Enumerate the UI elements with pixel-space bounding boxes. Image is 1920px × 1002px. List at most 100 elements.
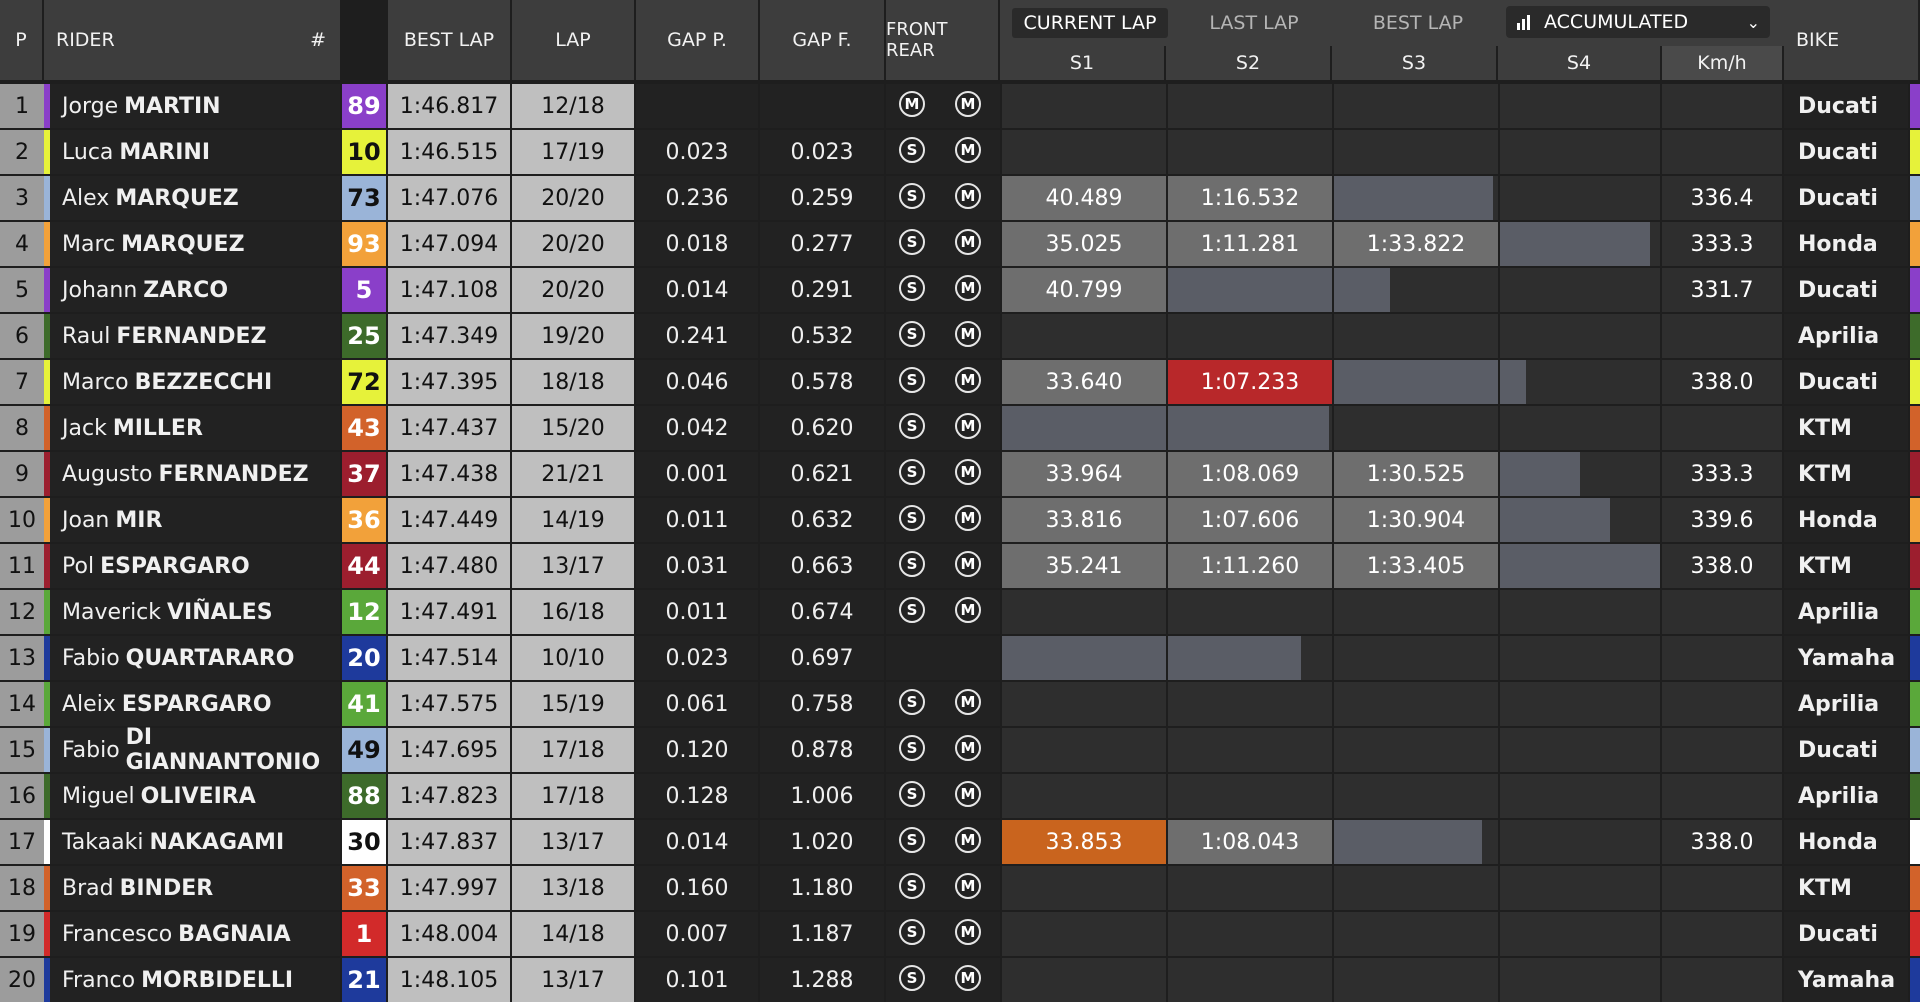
sector-2 <box>1168 590 1332 634</box>
sector-time: 1:30.904 <box>1366 507 1466 533</box>
sector-time: 35.241 <box>1045 553 1123 579</box>
front-tyre-icon: S <box>899 137 925 163</box>
sector-progress-bar <box>1500 360 1526 404</box>
position: 20 <box>0 958 44 1002</box>
sector-4 <box>1500 498 1660 542</box>
tab-last-lap[interactable]: LAST LAP <box>1176 8 1332 38</box>
rider-last-name: ESPARGARO <box>121 691 272 717</box>
sector-progress-bar <box>1168 268 1332 312</box>
rear-tyre-icon: M <box>955 459 981 485</box>
rider-name: Fabio QUARTARARO <box>50 636 340 680</box>
header-s3: S3 <box>1332 46 1498 80</box>
sector-2 <box>1168 912 1332 956</box>
position: 8 <box>0 406 44 450</box>
table-row[interactable]: 12 Maverick VIÑALES 12 1:47.491 16/18 0.011 0.6… <box>0 590 1920 634</box>
rider-name: Jack MILLER <box>50 406 340 450</box>
tyres: MM <box>886 84 1000 128</box>
sector-1 <box>1002 130 1166 174</box>
rider-name: Jorge MARTIN <box>50 84 340 128</box>
team-color-edge <box>1910 130 1920 174</box>
team-color-edge <box>1910 452 1920 496</box>
table-row[interactable]: 18 Brad BINDER 33 1:47.997 13/18 0.160 1.180 S M K… <box>0 866 1920 910</box>
accumulated-dropdown[interactable]: ACCUMULATED ⌄ <box>1506 6 1770 38</box>
sector-4 <box>1500 360 1660 404</box>
tyres <box>886 636 1000 680</box>
rider-first-name: Maverick <box>62 599 162 625</box>
gap-prev: 0.236 <box>636 176 758 220</box>
rider-last-name: MARQUEZ <box>115 185 239 211</box>
top-speed <box>1662 866 1782 910</box>
lap-count: 13/17 <box>512 820 634 864</box>
tyres: SM <box>886 360 1000 404</box>
tab-best-lap[interactable]: BEST LAP <box>1340 8 1496 38</box>
rider-last-name: QUARTARARO <box>125 645 295 671</box>
rider-number: 89 <box>342 84 386 128</box>
gap-prev: 0.042 <box>636 406 758 450</box>
table-row[interactable]: 6 Raul FERNANDEZ 25 1:47.349 19/20 0.241 0.532 S… <box>0 314 1920 358</box>
table-row[interactable]: 14 Aleix ESPARGARO 41 1:47.575 15/19 0.061 0.75… <box>0 682 1920 726</box>
table-row[interactable]: 19 Francesco BAGNAIA 1 1:48.004 14/18 0.007 1.1… <box>0 912 1920 956</box>
sector-4 <box>1500 590 1660 634</box>
header-s2: S2 <box>1166 46 1332 80</box>
table-row[interactable]: 7 Marco BEZZECCHI 72 1:47.395 18/18 0.046 0.578… <box>0 360 1920 404</box>
lap-count: 21/21 <box>512 452 634 496</box>
table-row[interactable]: 3 Alex MARQUEZ 73 1:47.076 20/20 0.236 0.259 S M 4… <box>0 176 1920 220</box>
sector-progress-bar <box>1002 406 1166 450</box>
table-row[interactable]: 11 Pol ESPARGARO 44 1:47.480 13/17 0.031 0.663 S… <box>0 544 1920 588</box>
front-tyre-icon: S <box>899 183 925 209</box>
table-row[interactable]: 8 Jack MILLER 43 1:47.437 15/20 0.042 0.620 S M KT… <box>0 406 1920 450</box>
gap-first: 1.020 <box>760 820 884 864</box>
rear-tyre-icon: M <box>955 275 981 301</box>
sector-time: 33.816 <box>1045 507 1123 533</box>
gap-prev: 0.101 <box>636 958 758 1002</box>
front-tyre-icon: S <box>899 735 925 761</box>
best-lap: 1:47.437 <box>388 406 510 450</box>
tab-current-lap[interactable]: CURRENT LAP <box>1012 8 1168 38</box>
table-row[interactable]: 16 Miguel OLIVEIRA 88 1:47.823 17/18 0.128 1.00… <box>0 774 1920 818</box>
rider-name: Raul FERNANDEZ <box>50 314 340 358</box>
rider-number: 10 <box>342 130 386 174</box>
timing-board: P RIDER # BEST LAP LAP GAP P. GAP F. FRO… <box>0 0 1920 1002</box>
lap-count: 10/10 <box>512 636 634 680</box>
sector-time: 1:30.525 <box>1366 461 1466 487</box>
rear-tyre-icon: M <box>955 827 981 853</box>
sector-2 <box>1168 866 1332 910</box>
team-color-edge <box>1910 728 1920 772</box>
rider-first-name: Aleix <box>62 691 116 717</box>
gap-first: 0.023 <box>760 130 884 174</box>
rider-last-name: MARQUEZ <box>121 231 245 257</box>
rider-name: Maverick VIÑALES <box>50 590 340 634</box>
table-row[interactable]: 20 Franco MORBIDELLI 21 1:48.105 13/17 0.101 1.… <box>0 958 1920 1002</box>
rider-last-name: FERNANDEZ <box>116 323 267 349</box>
gap-prev <box>636 84 758 128</box>
top-speed <box>1662 636 1782 680</box>
bike-make: Ducati <box>1784 728 1908 772</box>
lap-count: 14/19 <box>512 498 634 542</box>
table-row[interactable]: 5 Johann ZARCO 5 1:47.108 20/20 0.014 0.291 S M 40… <box>0 268 1920 312</box>
table-row[interactable]: 1 Jorge MARTIN 89 1:46.817 12/18 M M Ducati <box>0 84 1920 128</box>
table-row[interactable]: 4 Marc MARQUEZ 93 1:47.094 20/20 0.018 0.277 S M 3… <box>0 222 1920 266</box>
sector-1 <box>1002 636 1166 680</box>
front-tyre-icon: S <box>899 919 925 945</box>
table-row[interactable]: 17 Takaaki NAKAGAMI 30 1:47.837 13/17 0.014 1.0… <box>0 820 1920 864</box>
best-lap: 1:46.817 <box>388 84 510 128</box>
table-row[interactable]: 15 Fabio DI GIANNANTONIO 49 1:47.695 17/18 0.1… <box>0 725 1920 775</box>
tyres: SM <box>886 406 1000 450</box>
table-row[interactable]: 2 Luca MARINI 10 1:46.515 17/19 0.023 0.023 S M Du… <box>0 130 1920 174</box>
table-row[interactable]: 10 Joan MIR 36 1:47.449 14/19 0.011 0.632 S M 33.8… <box>0 498 1920 542</box>
header-spacer <box>342 0 388 80</box>
sector-3 <box>1334 866 1498 910</box>
position: 18 <box>0 866 44 910</box>
rider-name: Augusto FERNANDEZ <box>50 452 340 496</box>
rider-last-name: ESPARGARO <box>100 553 250 579</box>
table-row[interactable]: 13 Fabio QUARTARARO 20 1:47.514 10/10 0.023 0.6… <box>0 636 1920 680</box>
rear-tyre-icon: M <box>955 367 981 393</box>
top-speed: 338.0 <box>1662 360 1782 404</box>
rear-tyre-icon: M <box>955 965 981 991</box>
table-row[interactable]: 9 Augusto FERNANDEZ 37 1:47.438 21/21 0.001 0.6… <box>0 452 1920 496</box>
rider-first-name: Jack <box>62 415 107 441</box>
sector-4 <box>1500 958 1660 1002</box>
sector-2: 1:07.606 <box>1168 498 1332 542</box>
rider-number: 72 <box>342 360 386 404</box>
sector-time: 33.853 <box>1045 829 1123 855</box>
